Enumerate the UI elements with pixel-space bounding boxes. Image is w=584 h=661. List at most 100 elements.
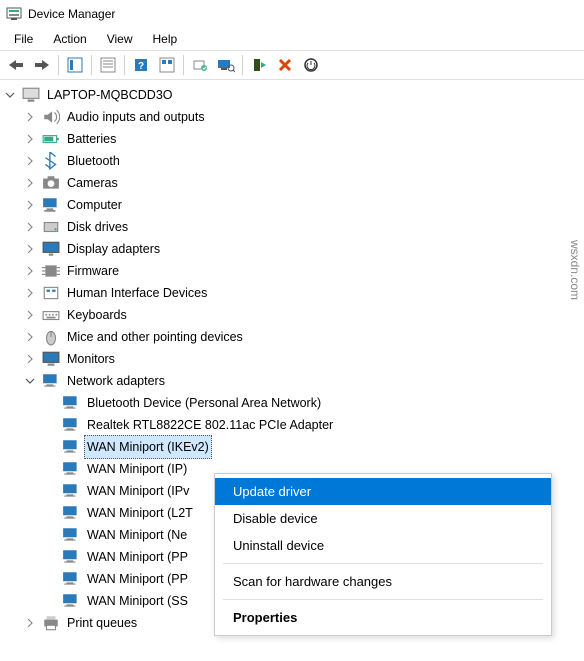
network-icon	[62, 416, 80, 434]
network-icon	[62, 460, 80, 478]
back-button[interactable]	[4, 53, 28, 77]
keyboard-icon	[42, 306, 60, 324]
title-bar: Device Manager	[0, 0, 584, 28]
expander-icon[interactable]	[22, 197, 38, 213]
expander-placeholder	[42, 527, 58, 543]
tree-category[interactable]: Computer	[0, 194, 584, 216]
tree-category-label: Print queues	[64, 612, 140, 634]
tree-category[interactable]: Keyboards	[0, 304, 584, 326]
tree-category[interactable]: Display adapters	[0, 238, 584, 260]
network-icon	[42, 372, 60, 390]
forward-button[interactable]	[30, 53, 54, 77]
network-icon	[62, 394, 80, 412]
tree-category-label: Human Interface Devices	[64, 282, 210, 304]
tree-device-label: WAN Miniport (IPv	[84, 480, 192, 502]
context-update-driver[interactable]: Update driver	[215, 478, 551, 505]
toolbar: ?	[0, 50, 584, 80]
tree-device-label: WAN Miniport (IP)	[84, 458, 190, 480]
expander-icon[interactable]	[22, 351, 38, 367]
tree-device-label: WAN Miniport (PP	[84, 568, 191, 590]
tree-category-label: Firmware	[64, 260, 122, 282]
tree-category[interactable]: Monitors	[0, 348, 584, 370]
tree-device-label: WAN Miniport (IKEv2)	[84, 435, 212, 459]
enable-device-button[interactable]	[247, 53, 271, 77]
expander-icon[interactable]	[22, 329, 38, 345]
context-uninstall-device[interactable]: Uninstall device	[215, 532, 551, 559]
properties-button[interactable]	[96, 53, 120, 77]
printer-icon	[42, 614, 60, 632]
expander-icon[interactable]	[22, 175, 38, 191]
tree-category[interactable]: Firmware	[0, 260, 584, 282]
tree-category-label: Display adapters	[64, 238, 163, 260]
tree-category[interactable]: Bluetooth	[0, 150, 584, 172]
speaker-icon	[42, 108, 60, 126]
expander-icon[interactable]	[22, 373, 38, 389]
expander-icon[interactable]	[22, 153, 38, 169]
monitor-icon	[42, 350, 60, 368]
expander-icon[interactable]	[2, 87, 18, 103]
network-icon	[62, 592, 80, 610]
tree-category-label: Network adapters	[64, 370, 168, 392]
expander-placeholder	[42, 417, 58, 433]
disable-device-button[interactable]	[299, 53, 323, 77]
tree-device-label: Realtek RTL8822CE 802.11ac PCIe Adapter	[84, 414, 336, 436]
expander-placeholder	[42, 549, 58, 565]
update-driver-button[interactable]	[188, 53, 212, 77]
expander-icon[interactable]	[22, 307, 38, 323]
expander-icon[interactable]	[22, 263, 38, 279]
expander-icon[interactable]	[22, 219, 38, 235]
menu-action[interactable]: Action	[43, 30, 96, 48]
context-properties[interactable]: Properties	[215, 604, 551, 631]
menu-help[interactable]: Help	[143, 30, 188, 48]
tree-category[interactable]: Audio inputs and outputs	[0, 106, 584, 128]
expander-icon[interactable]	[22, 109, 38, 125]
camera-icon	[42, 174, 60, 192]
tree-device[interactable]: WAN Miniport (IKEv2)	[0, 436, 584, 458]
expander-icon[interactable]	[22, 241, 38, 257]
bluetooth-icon	[42, 152, 60, 170]
show-hide-tree-button[interactable]	[63, 53, 87, 77]
network-icon	[62, 570, 80, 588]
expander-icon[interactable]	[22, 131, 38, 147]
watermark: wsxdn.com	[568, 240, 582, 300]
tree-root[interactable]: LAPTOP-MQBCDD3O	[0, 84, 584, 106]
network-icon	[62, 482, 80, 500]
tree-category[interactable]: Batteries	[0, 128, 584, 150]
context-disable-device[interactable]: Disable device	[215, 505, 551, 532]
expander-icon[interactable]	[22, 285, 38, 301]
svg-text:?: ?	[138, 61, 144, 72]
tree-category-label: Computer	[64, 194, 125, 216]
tree-category[interactable]: Network adapters	[0, 370, 584, 392]
expander-placeholder	[42, 593, 58, 609]
help-button[interactable]: ?	[129, 53, 153, 77]
tree-category[interactable]: Mice and other pointing devices	[0, 326, 584, 348]
menu-view[interactable]: View	[97, 30, 143, 48]
expander-placeholder	[42, 505, 58, 521]
menu-file[interactable]: File	[4, 30, 43, 48]
tree-category-label: Batteries	[64, 128, 119, 150]
tree-category-label: Mice and other pointing devices	[64, 326, 246, 348]
tree-device[interactable]: Bluetooth Device (Personal Area Network)	[0, 392, 584, 414]
tree-device-label: WAN Miniport (SS	[84, 590, 191, 612]
tree-category[interactable]: Disk drives	[0, 216, 584, 238]
action-icons-button[interactable]	[155, 53, 179, 77]
expander-placeholder	[42, 439, 58, 455]
firmware-icon	[42, 262, 60, 280]
expander-placeholder	[42, 395, 58, 411]
context-menu: Update driver Disable device Uninstall d…	[214, 473, 552, 636]
tree-category[interactable]: Human Interface Devices	[0, 282, 584, 304]
tree-device[interactable]: Realtek RTL8822CE 802.11ac PCIe Adapter	[0, 414, 584, 436]
expander-placeholder	[42, 461, 58, 477]
context-scan-hardware[interactable]: Scan for hardware changes	[215, 568, 551, 595]
tree-category-label: Disk drives	[64, 216, 131, 238]
hid-icon	[42, 284, 60, 302]
tree-category[interactable]: Cameras	[0, 172, 584, 194]
scan-hardware-button[interactable]	[214, 53, 238, 77]
context-separator	[223, 563, 543, 564]
expander-icon[interactable]	[22, 615, 38, 631]
computer-icon	[42, 196, 60, 214]
network-icon	[62, 526, 80, 544]
uninstall-device-button[interactable]	[273, 53, 297, 77]
network-icon	[62, 548, 80, 566]
tree-device-label: WAN Miniport (Ne	[84, 524, 190, 546]
